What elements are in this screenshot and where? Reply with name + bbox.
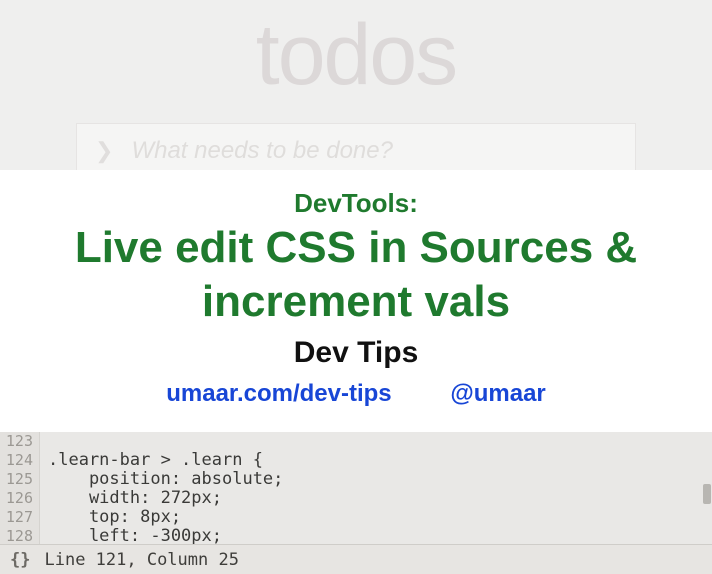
code-line: 125 position: absolute; bbox=[0, 470, 712, 489]
card-title: Live edit CSS in Sources & increment val… bbox=[0, 221, 712, 328]
line-number: 123 bbox=[0, 432, 40, 451]
link-site[interactable]: umaar.com/dev-tips bbox=[166, 380, 391, 407]
scrollbar-thumb[interactable] bbox=[703, 484, 711, 504]
sources-code-editor[interactable]: 123 124 .learn-bar > .learn { 125 positi… bbox=[0, 432, 712, 574]
code-text[interactable]: position: absolute; bbox=[40, 470, 283, 489]
line-number: 126 bbox=[0, 489, 40, 508]
cursor-position: Line 121, Column 25 bbox=[44, 550, 238, 570]
chevron-down-icon: ❯ bbox=[95, 138, 113, 164]
line-number: 127 bbox=[0, 508, 40, 527]
code-text[interactable]: .learn-bar > .learn { bbox=[40, 451, 263, 470]
code-line: 123 bbox=[0, 432, 712, 451]
status-bar: {} Line 121, Column 25 bbox=[0, 544, 712, 574]
code-text[interactable]: top: 8px; bbox=[40, 508, 181, 527]
code-text[interactable]: left: -300px; bbox=[40, 527, 222, 544]
code-line: 124 .learn-bar > .learn { bbox=[0, 451, 712, 470]
todos-title: todos bbox=[0, 6, 712, 105]
line-number: 125 bbox=[0, 470, 40, 489]
card-links: umaar.com/dev-tips @umaar bbox=[0, 380, 712, 408]
title-card: DevTools: Live edit CSS in Sources & inc… bbox=[0, 170, 712, 432]
scrollbar[interactable] bbox=[700, 432, 712, 532]
code-line: 126 width: 272px; bbox=[0, 489, 712, 508]
code-lines[interactable]: 123 124 .learn-bar > .learn { 125 positi… bbox=[0, 432, 712, 544]
todo-input-placeholder: What needs to be done? bbox=[131, 137, 393, 165]
card-subtitle: Dev Tips bbox=[0, 336, 712, 370]
braces-icon[interactable]: {} bbox=[10, 550, 30, 570]
code-text[interactable]: width: 272px; bbox=[40, 489, 222, 508]
code-line: 127 top: 8px; bbox=[0, 508, 712, 527]
code-text[interactable] bbox=[40, 432, 48, 451]
line-number: 128 bbox=[0, 527, 40, 544]
link-handle[interactable]: @umaar bbox=[450, 380, 545, 407]
card-pretitle: DevTools: bbox=[0, 188, 712, 219]
code-line: 128 left: -300px; bbox=[0, 527, 712, 544]
line-number: 124 bbox=[0, 451, 40, 470]
